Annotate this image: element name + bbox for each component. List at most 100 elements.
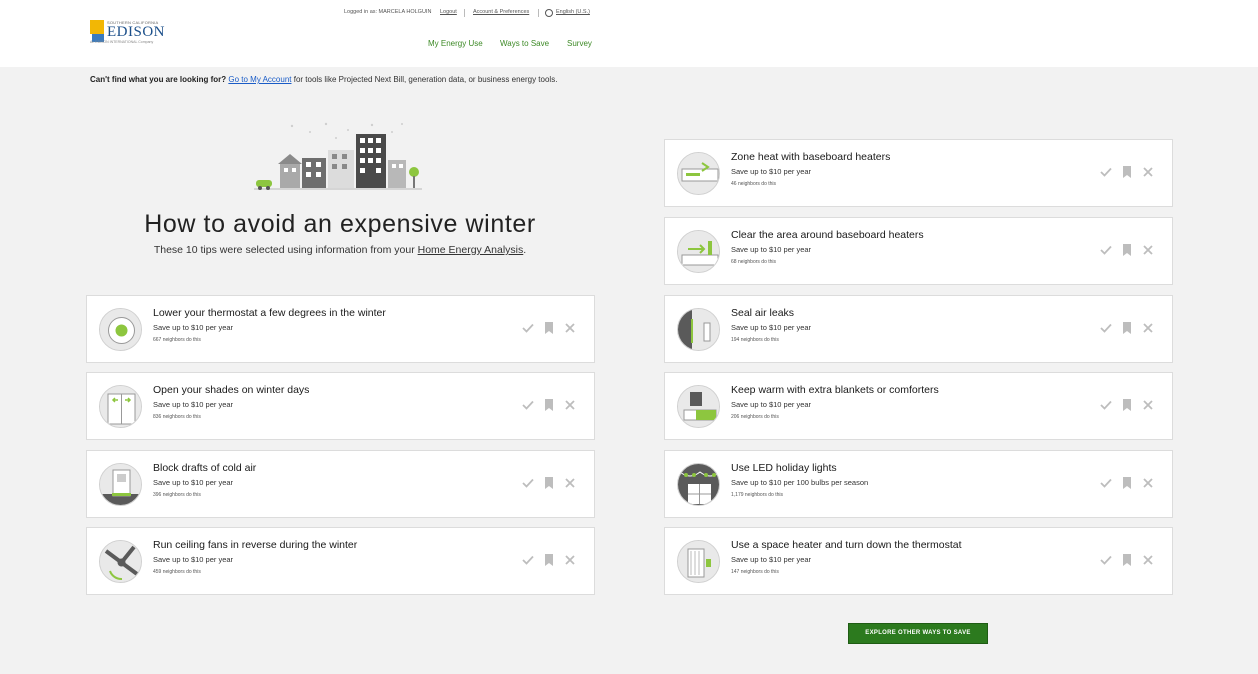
nav-my-energy-use[interactable]: My Energy Use <box>428 39 483 48</box>
tip-title: Zone heat with baseboard heaters <box>731 151 891 163</box>
tip-savings: Save up to $10 per year <box>731 245 812 254</box>
check-icon[interactable] <box>1099 165 1113 179</box>
bookmark-icon[interactable] <box>542 476 556 490</box>
bookmark-icon[interactable] <box>1120 321 1134 335</box>
check-icon[interactable] <box>1099 321 1113 335</box>
check-icon[interactable] <box>1099 476 1113 490</box>
tip-title: Block drafts of cold air <box>153 462 257 474</box>
tip-card[interactable]: Lower your thermostat a few degrees in t… <box>86 295 595 363</box>
tip-card[interactable]: Open your shades on winter days Save up … <box>86 372 595 440</box>
logged-in-text: Logged in as: MARCELA HOLGUIN <box>344 9 432 15</box>
check-icon[interactable] <box>1099 398 1113 412</box>
util-divider <box>464 9 465 17</box>
bookmark-icon[interactable] <box>1120 476 1134 490</box>
bookmark-icon[interactable] <box>542 321 556 335</box>
tip-savings: Save up to $10 per year <box>731 555 812 564</box>
close-icon[interactable] <box>1141 321 1155 335</box>
subtitle-end: . <box>523 244 527 256</box>
ceiling-fan-icon <box>99 540 142 583</box>
util-divider <box>538 9 539 17</box>
tip-card[interactable]: Block drafts of cold air Save up to $10 … <box>86 450 595 518</box>
check-icon[interactable] <box>1099 243 1113 257</box>
tip-title: Lower your thermostat a few degrees in t… <box>153 307 386 319</box>
space-heater-icon <box>677 540 720 583</box>
tip-savings: Save up to $10 per year <box>731 323 812 332</box>
winter-town-illustration <box>254 122 422 190</box>
tip-neighbors: 147 neighbors do this <box>731 569 779 575</box>
check-icon[interactable] <box>1099 553 1113 567</box>
close-icon[interactable] <box>563 476 577 490</box>
globe-icon <box>545 9 553 17</box>
check-icon[interactable] <box>521 476 535 490</box>
tip-card[interactable]: Zone heat with baseboard heaters Save up… <box>664 139 1173 207</box>
close-icon[interactable] <box>1141 476 1155 490</box>
tip-title: Open your shades on winter days <box>153 384 310 396</box>
bookmark-icon[interactable] <box>1120 398 1134 412</box>
baseboard-heater-icon <box>677 152 720 195</box>
tip-savings: Save up to $10 per year <box>153 400 234 409</box>
tip-neighbors: 68 neighbors do this <box>731 259 777 265</box>
tip-neighbors: 46 neighbors do this <box>731 181 777 187</box>
close-icon[interactable] <box>563 398 577 412</box>
notice-rest: for tools like Projected Next Bill, gene… <box>291 75 558 84</box>
tip-savings: Save up to $10 per year <box>153 555 234 564</box>
tip-title: Seal air leaks <box>731 307 795 319</box>
heater-clearance-icon <box>677 230 720 273</box>
tip-title: Clear the area around baseboard heaters <box>731 229 924 241</box>
tip-title: Use LED holiday lights <box>731 462 837 474</box>
check-icon[interactable] <box>521 553 535 567</box>
go-to-my-account-link[interactable]: Go to My Account <box>228 75 291 84</box>
bookmark-icon[interactable] <box>1120 165 1134 179</box>
tip-neighbors: 836 neighbors do this <box>153 414 201 420</box>
tip-savings: Save up to $10 per year <box>731 167 812 176</box>
tip-savings: Save up to $10 per 100 bulbs per season <box>731 478 869 487</box>
door-draft-icon <box>99 463 142 506</box>
account-preferences-link[interactable]: Account & Preferences <box>473 9 529 17</box>
close-icon[interactable] <box>1141 243 1155 257</box>
bookmark-icon[interactable] <box>1120 553 1134 567</box>
tip-savings: Save up to $10 per year <box>153 323 234 332</box>
bookmark-icon[interactable] <box>1120 243 1134 257</box>
close-icon[interactable] <box>563 321 577 335</box>
tip-savings: Save up to $10 per year <box>153 478 234 487</box>
check-icon[interactable] <box>521 398 535 412</box>
site-header: SOUTHERN CALIFORNIA EDISON An EDISON INT… <box>0 0 1258 67</box>
bed-blanket-icon <box>677 385 720 428</box>
check-icon[interactable] <box>521 321 535 335</box>
logo-name: EDISON <box>107 24 165 40</box>
tip-title: Keep warm with extra blankets or comfort… <box>731 384 939 396</box>
tip-card[interactable]: Clear the area around baseboard heaters … <box>664 217 1173 285</box>
tip-card[interactable]: Seal air leaks Save up to $10 per year 1… <box>664 295 1173 363</box>
bookmark-icon[interactable] <box>542 553 556 567</box>
tip-card[interactable]: Keep warm with extra blankets or comfort… <box>664 372 1173 440</box>
caulk-icon <box>677 308 720 351</box>
close-icon[interactable] <box>563 553 577 567</box>
logout-link[interactable]: Logout <box>440 9 457 17</box>
close-icon[interactable] <box>1141 165 1155 179</box>
logo-tagline: An EDISON INTERNATIONAL Company <box>90 40 154 44</box>
nav-ways-to-save[interactable]: Ways to Save <box>500 39 549 48</box>
holiday-lights-icon <box>677 463 720 506</box>
tip-neighbors: 1,179 neighbors do this <box>731 492 783 498</box>
close-icon[interactable] <box>1141 553 1155 567</box>
edison-logo[interactable]: SOUTHERN CALIFORNIA EDISON An EDISON INT… <box>90 20 165 45</box>
nav-survey[interactable]: Survey <box>567 39 592 48</box>
explore-other-ways-button[interactable]: EXPLORE OTHER WAYS TO SAVE <box>848 623 988 644</box>
thermostat-icon <box>99 308 142 351</box>
tip-card[interactable]: Run ceiling fans in reverse during the w… <box>86 527 595 595</box>
tip-neighbors: 396 neighbors do this <box>153 492 201 498</box>
tip-card[interactable]: Use a space heater and turn down the the… <box>664 527 1173 595</box>
language-link[interactable]: English (U.S.) <box>556 9 590 17</box>
page-title: How to avoid an expensive winter <box>144 210 536 238</box>
tip-title: Run ceiling fans in reverse during the w… <box>153 539 358 551</box>
tip-neighbors: 194 neighbors do this <box>731 337 779 343</box>
tip-title: Use a space heater and turn down the the… <box>731 539 962 551</box>
tip-neighbors: 459 neighbors do this <box>153 569 201 575</box>
close-icon[interactable] <box>1141 398 1155 412</box>
home-energy-analysis-link[interactable]: Home Energy Analysis <box>418 244 524 256</box>
tip-card[interactable]: Use LED holiday lights Save up to $10 pe… <box>664 450 1173 518</box>
bookmark-icon[interactable] <box>542 398 556 412</box>
tip-neighbors: 667 neighbors do this <box>153 337 201 343</box>
page-subtitle: These 10 tips were selected using inform… <box>90 244 590 256</box>
logo-sun-mark <box>90 20 104 34</box>
